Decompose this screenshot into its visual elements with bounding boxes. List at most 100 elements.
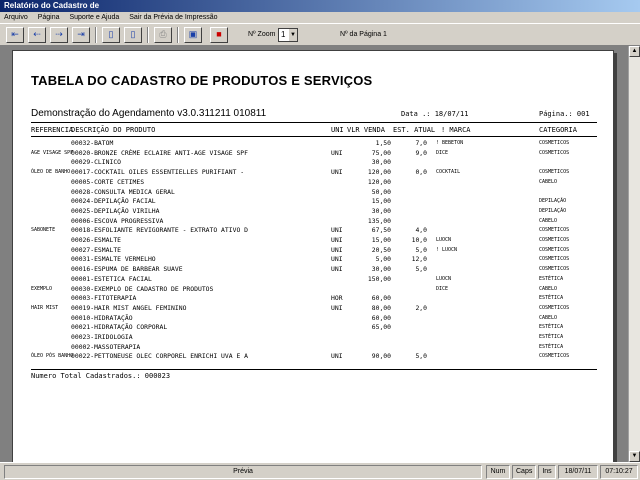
row-subgroup: SABONETE [31, 227, 56, 234]
row-brand: LUOCN [436, 237, 452, 243]
vertical-scrollbar[interactable]: ▲ ▼ [628, 46, 640, 462]
table-row: 00010-HIDRATAÇÃO 60,00 CABELO [13, 314, 613, 322]
status-mode: Prévia [4, 465, 482, 479]
table-row: 00027-ESMALTE UNI 20,50 5,0 ! LUOCN COSMETICO… [13, 246, 613, 254]
row-price: 1,50 [375, 139, 391, 147]
row-description: 00002-MASSOTERAPIA [71, 342, 141, 351]
table-row: 00005-CORTE CETIMES 120,00 CABELO [13, 178, 613, 186]
first-page-button[interactable]: ⇤ [6, 27, 24, 43]
monitor-icon: ▣ [188, 29, 198, 39]
row-description: 00028-CONSULTA MEDICA GERAL [71, 187, 175, 196]
row-price: 67,50 [371, 226, 391, 235]
row-category: COSMETICOS [539, 169, 570, 176]
row-category: CABELO [539, 178, 558, 185]
row-category: CABELO [539, 285, 558, 292]
row-subgroup: HAIR MIST [31, 304, 59, 311]
status-ins: Ins [538, 465, 556, 479]
header-rule-bottom [31, 136, 597, 137]
table-row: 00029-CLINICO 30,00 [13, 158, 613, 166]
table-row: 00016-ESPUMA DE BARBEAR SUAVE UNI 30,00 5,0… [13, 265, 613, 273]
row-price: 75,00 [371, 148, 391, 157]
row-category: DEPILAÇÃO [539, 198, 567, 205]
zoom-label: Nº Zoom [248, 31, 276, 38]
row-description: 00016-ESPUMA DE BARBEAR SUAVE [71, 265, 183, 274]
row-description: 00005-CORTE CETIMES [71, 177, 145, 186]
row-category: CABELO [539, 217, 558, 224]
row-description: 00025-DEPILAÇÃO VIRILHA [71, 206, 160, 215]
scroll-up-icon[interactable]: ▲ [629, 46, 640, 57]
two-page-button[interactable]: ▯ [124, 27, 142, 43]
row-description: 00031-ESMALTE VERMELHO [71, 255, 156, 264]
zoom-select[interactable]: 1 ▼ [278, 28, 298, 42]
row-brand: DICE [436, 149, 449, 156]
footer-rule [31, 369, 597, 370]
col-ref: REFERENCIA [31, 126, 74, 134]
header-rule [31, 122, 597, 123]
table-row: HAIR MIST 00019-HAIR MIST ANGEL FEMININO U… [13, 304, 613, 312]
table-row: 00023-IRIDOLOGIA ESTÉTICA [13, 333, 613, 341]
status-num: Num [486, 465, 510, 479]
row-category: COSMETICOS [539, 149, 570, 156]
zoom-fit-button[interactable]: ▣ [184, 27, 202, 43]
menu-sair[interactable]: Sair da Prévia de Impressão [129, 14, 217, 21]
row-description: 00029-CLINICO [71, 158, 122, 167]
close-preview-button[interactable]: ■ [210, 27, 228, 43]
table-row: 00026-ESMALTE UNI 15,00 10,0 LUOCN COSMETICOS [13, 236, 613, 244]
table-row: 00024-DEPILAÇÃO FACIAL 15,00 DEPILAÇÃO [13, 197, 613, 205]
row-description: 00030-EXEMPLO DE CADASTRO DE PRODUTOS [71, 284, 214, 293]
menu-suporte[interactable]: Suporte e Ajuda [69, 14, 119, 21]
single-page-button[interactable]: ▯ [102, 27, 120, 43]
row-unit: UNI [331, 352, 343, 361]
row-price: 30,00 [371, 158, 391, 167]
table-row: AGE VISAGE SPF 00020-BRONZE CRÈME ECLAIRE… [13, 149, 613, 157]
table-row: SABONETE 00018-ESFOLIANTE REVIGORANTE - E… [13, 226, 613, 234]
row-unit: HOR [331, 294, 343, 303]
row-category: COSMETICOS [539, 266, 570, 273]
row-brand: DICE [436, 285, 449, 292]
row-description: 00021-HIDRATAÇÃO CORPORAL [71, 323, 168, 332]
table-row: 00025-DEPILAÇÃO VIRILHA 30,00 DEPILAÇÃO [13, 207, 613, 215]
row-category: ESTÉTICA [539, 295, 564, 302]
prev-page-button[interactable]: ⇠ [28, 27, 46, 43]
print-button[interactable]: ⎙ [154, 27, 172, 43]
row-unit: UNI [331, 255, 343, 264]
row-stock: 5,0 [415, 265, 427, 274]
row-stock: 5,0 [415, 352, 427, 361]
row-category: COSMETICOS [539, 256, 570, 263]
row-subgroup: ÓLEO PÓS BANHO [31, 353, 74, 360]
row-unit: UNI [331, 236, 343, 244]
preview-viewport[interactable]: TABELA DO CADASTRO DE PRODUTOS E SERVIÇO… [0, 46, 628, 462]
close-icon: ■ [216, 29, 222, 39]
row-description: 00027-ESMALTE [71, 245, 122, 254]
row-description: 00018-ESFOLIANTE REVIGORANTE - EXTRATO A… [71, 226, 248, 235]
row-brand: LUOCN [436, 275, 452, 282]
row-description: 00017-COCKTAIL OILES ESSENTIELLES PURIFI… [71, 168, 245, 177]
menu-pagina[interactable]: Página [38, 14, 60, 21]
chevron-down-icon[interactable]: ▼ [289, 29, 297, 41]
row-price: 20,50 [371, 245, 391, 254]
table-row: EXEMPLO 00030-EXEMPLO DE CADASTRO DE PROD… [13, 285, 613, 293]
next-page-button[interactable]: ⇢ [50, 27, 68, 43]
row-description: 00032-BATOM [71, 139, 114, 147]
report-date: Data .: 18/07/11 [401, 110, 469, 118]
row-category: COSMETICOS [539, 246, 570, 253]
window-title: Relatório do Cadastro de [0, 0, 640, 12]
row-category: DEPILAÇÃO [539, 207, 567, 214]
row-description: 00019-HAIR MIST ANGEL FEMININO [71, 303, 187, 312]
row-description: 00003-FITOTERAPIA [71, 294, 137, 303]
report-page: TABELA DO CADASTRO DE PRODUTOS E SERVIÇO… [12, 50, 614, 462]
row-price: 150,00 [367, 274, 391, 283]
last-page-button[interactable]: ⇥ [72, 27, 90, 43]
menu-arquivo[interactable]: Arquivo [4, 14, 28, 21]
col-cat: CATEGORIA [539, 126, 577, 134]
status-time: 07:10:27 [600, 465, 638, 479]
row-price: 120,00 [367, 168, 391, 177]
scroll-down-icon[interactable]: ▼ [629, 451, 640, 462]
row-stock: 7,0 [415, 139, 427, 147]
row-category: COSMETICOS [539, 353, 570, 360]
report-subtitle: Demonstração do Agendamento v3.0.311211 … [31, 108, 267, 119]
row-price: 30,00 [371, 265, 391, 274]
col-marca: ! MARCA [441, 126, 471, 134]
row-price: 15,00 [371, 197, 391, 206]
row-category: CABELO [539, 314, 558, 321]
